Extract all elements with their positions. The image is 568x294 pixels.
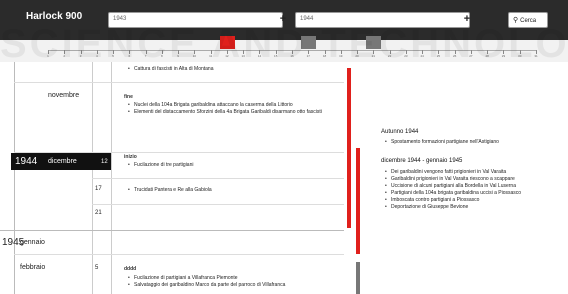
period-note: dddd (124, 266, 137, 272)
list-item[interactable]: Deportazione di Giuseppe Bevione (385, 204, 565, 211)
month-label: gennaio (20, 239, 45, 246)
timeline-tick-label: 4 (95, 54, 98, 58)
event-list: Spostamento formazioni partigiane nell'A… (385, 139, 565, 146)
timeline-tick-label: 23 (404, 54, 408, 58)
search-icon: ⚲ (513, 17, 519, 24)
list-item[interactable]: Nuclei della 104a Brigata garibaldina at… (128, 102, 338, 109)
period-bar[interactable] (356, 148, 360, 254)
search-button[interactable]: ⚲ Cerca (508, 12, 548, 28)
timeline-marker[interactable] (301, 36, 317, 49)
top-toolbar: Harlock 900 1943 + 1944 + ⚲ Cerca (0, 0, 568, 40)
list-item[interactable]: Fucilazione di partigiani a Villafranca … (128, 275, 338, 282)
list-item[interactable]: Dei garibaldini vengono fatti prigionier… (385, 169, 565, 176)
timeline-tick-label: 21 (371, 54, 375, 58)
list-item[interactable]: Fucilazione di tre partigiani (128, 162, 193, 169)
timeline-tick-label: 26 (452, 54, 457, 58)
timeline-marker[interactable] (219, 36, 235, 49)
timeline-tick-label: 31 (534, 54, 538, 58)
event-list: Nuclei della 104a Brigata garibaldina at… (128, 102, 338, 116)
timeline-tick-label: 22 (387, 54, 392, 58)
timeline-marker[interactable] (366, 36, 382, 49)
year-divider (14, 62, 15, 294)
row-divider (0, 230, 344, 231)
timeline-scale[interactable] (0, 40, 568, 62)
event-list: Cattura di fascisti in Alta di Montana (128, 66, 214, 73)
list-item[interactable]: Garibaldini prigionieri in Val Varaita r… (385, 176, 565, 183)
timeline-tick-label: 16 (290, 54, 294, 58)
timeline-content: Cattura di fascisti in Alta di Montana n… (0, 62, 568, 294)
timeline-tick-label: 30 (518, 54, 522, 58)
event-list: Dei garibaldini vengono fatti prigionier… (385, 169, 565, 211)
block-title: Autunno 1944 (381, 129, 419, 135)
day-label: 21 (95, 210, 102, 216)
month-label: novembre (48, 92, 80, 99)
year-label: 1944 (15, 156, 38, 167)
timeline-tick-label: 25 (436, 54, 441, 58)
timeline-tick-label: 27 (469, 54, 473, 58)
list-item[interactable]: Uccisione di alcuni partigiani alla Bord… (385, 183, 565, 190)
search-button-label: Cerca (520, 18, 537, 24)
list-item[interactable]: Salvataggio dei garibaldino Marco da par… (128, 282, 338, 289)
period-note: fine (124, 94, 133, 100)
block-title: dicembre 1944 - gennaio 1945 (381, 158, 463, 164)
event-list: Fucilazione di tre partigiani (128, 162, 193, 169)
timeline-tick-label: 9 (177, 54, 179, 58)
timeline-tick-label: 5 (112, 54, 114, 58)
timeline-tick-label: 24 (420, 54, 424, 58)
month-label: dicembre (48, 158, 77, 165)
start-year-field[interactable]: 1943 (108, 12, 283, 28)
app-name: Harlock 900 (26, 11, 83, 22)
month-label: febbraio (20, 264, 46, 271)
event-list: Fucilazione di partigiani a Villafranca … (128, 275, 338, 289)
timeline-tick-label: 29 (501, 54, 506, 58)
timeline-tick-label: 11 (209, 54, 213, 58)
list-item[interactable]: Partigiani della 104a brigata garibaldin… (385, 190, 565, 197)
list-item[interactable]: Elementi del distaccamento Sforzini dell… (128, 109, 338, 116)
row-divider (92, 178, 344, 179)
day-label: 5 (95, 265, 99, 271)
timeline-tick-label: 18 (322, 54, 327, 58)
row-divider (92, 204, 344, 205)
timeline-tick-label: 20 (355, 54, 359, 58)
row-divider (14, 82, 344, 83)
add-end-icon[interactable]: + (460, 12, 474, 28)
timeline-tick-label: 3 (79, 54, 82, 58)
list-item[interactable]: Trucidati Pantera e Re alla Gabiola (128, 187, 212, 194)
timeline-tick-label: 17 (306, 54, 310, 58)
row-divider (14, 254, 344, 255)
period-bar[interactable] (347, 68, 351, 228)
list-item[interactable]: Imboscata contro partigiani a Piossasco (385, 197, 565, 204)
event-list: Trucidati Pantera e Re alla Gabiola (128, 187, 212, 194)
list-item[interactable]: Cattura di fascisti in Alta di Montana (128, 66, 214, 73)
timeline-tick-label: 15 (274, 54, 278, 58)
timeline-tick-label: 1 (47, 54, 49, 58)
timeline-tick-label: 13 (241, 54, 245, 58)
timeline-tick-label: 14 (257, 54, 262, 58)
timeline-tick-label: 28 (485, 54, 489, 58)
timeline-tick-label: 6 (128, 54, 131, 58)
timeline-tick-label: 2 (63, 54, 66, 58)
end-year-field[interactable]: 1944 (295, 12, 470, 28)
timeline-tick-label: 8 (161, 54, 163, 58)
timeline-tick-label: 19 (339, 54, 343, 58)
timeline-tick-label: 7 (144, 54, 147, 58)
timeline-tick-label: 12 (225, 54, 229, 58)
add-start-icon[interactable]: + (276, 12, 290, 28)
day-label: 17 (95, 186, 102, 192)
timeline-tick-label: 10 (192, 54, 197, 58)
day-label: 12 (101, 159, 108, 165)
list-item[interactable]: Spostamento formazioni partigiane nell'A… (385, 139, 565, 146)
period-bar[interactable] (356, 262, 360, 294)
period-note: inizio (124, 154, 137, 160)
